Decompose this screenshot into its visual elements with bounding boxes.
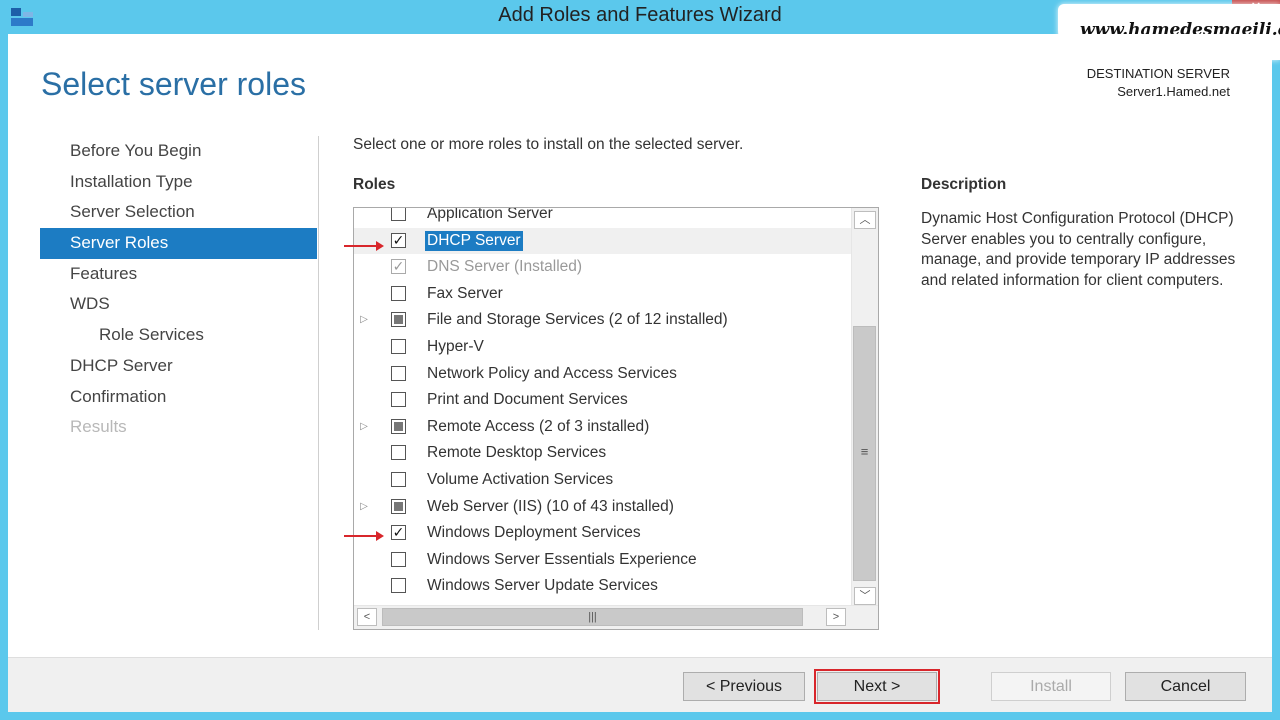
vertical-scrollbar[interactable]: ︿ ≡ ﹀ bbox=[851, 208, 878, 606]
role-row[interactable]: ▷ Remote Access (2 of 3 installed) bbox=[354, 414, 852, 441]
scrollbar-corner bbox=[852, 606, 878, 629]
role-label: Network Policy and Access Services bbox=[427, 364, 677, 382]
expand-arrow-icon[interactable]: ▷ bbox=[358, 414, 370, 440]
role-row[interactable]: Volume Activation Services bbox=[354, 467, 852, 494]
role-checkbox[interactable] bbox=[391, 285, 406, 301]
nav-step-dhcp-server[interactable]: DHCP Server bbox=[40, 351, 317, 382]
role-label: Hyper-V bbox=[427, 337, 484, 355]
roles-heading: Roles bbox=[353, 176, 396, 193]
scroll-left-button[interactable]: < bbox=[357, 608, 377, 626]
role-row[interactable]: Application Server bbox=[354, 207, 852, 228]
role-label: Print and Document Services bbox=[427, 391, 628, 409]
nav-divider bbox=[318, 136, 319, 630]
annotation-arrow-wds bbox=[344, 531, 384, 541]
role-row[interactable]: Fax Server bbox=[354, 281, 852, 308]
horizontal-scrollbar[interactable]: < ||| > bbox=[354, 605, 878, 629]
role-row[interactable]: Windows Server Update Services bbox=[354, 573, 852, 600]
role-checkbox[interactable] bbox=[391, 365, 406, 381]
role-row[interactable]: ▷ File and Storage Services (2 of 12 inst… bbox=[354, 307, 852, 334]
nav-step-role-services[interactable]: Role Services bbox=[40, 320, 317, 351]
role-label: Fax Server bbox=[427, 284, 503, 302]
wizard-client-area: Select server roles DESTINATION SERVER S… bbox=[8, 34, 1272, 713]
nav-step-installation-type[interactable]: Installation Type bbox=[40, 167, 317, 198]
role-label: Volume Activation Services bbox=[427, 470, 614, 488]
role-checkbox[interactable] bbox=[391, 418, 406, 434]
role-checkbox[interactable] bbox=[391, 208, 406, 221]
role-checkbox[interactable] bbox=[391, 445, 406, 461]
nav-step-confirmation[interactable]: Confirmation bbox=[40, 382, 317, 413]
install-button[interactable]: Install bbox=[991, 672, 1111, 701]
role-row[interactable]: Remote Desktop Services bbox=[354, 440, 852, 467]
role-row[interactable]: ✓ DHCP Server bbox=[354, 227, 852, 255]
nav-step-before-you-begin[interactable]: Before You Begin bbox=[40, 136, 317, 167]
role-label: File and Storage Services (2 of 12 insta… bbox=[427, 311, 728, 329]
annotation-arrow-dhcp bbox=[344, 241, 384, 251]
nav-step-features[interactable]: Features bbox=[40, 259, 317, 290]
nav-step-server-roles[interactable]: Server Roles bbox=[40, 228, 317, 259]
role-checkbox[interactable]: ✓ bbox=[391, 525, 406, 541]
description-heading: Description bbox=[921, 176, 1007, 193]
role-label: Windows Server Update Services bbox=[427, 577, 658, 595]
role-label: Application Server bbox=[427, 207, 553, 222]
vertical-scroll-thumb[interactable]: ≡ bbox=[853, 326, 876, 581]
role-checkbox[interactable]: ✓ bbox=[391, 232, 406, 248]
role-checkbox[interactable] bbox=[391, 578, 406, 594]
role-row[interactable]: ✓ Windows Deployment Services bbox=[354, 520, 852, 547]
destination-server-label: DESTINATION SERVER bbox=[1086, 66, 1230, 81]
role-checkbox[interactable] bbox=[391, 392, 406, 408]
cancel-button[interactable]: Cancel bbox=[1125, 672, 1246, 701]
role-checkbox[interactable] bbox=[391, 312, 406, 328]
nav-step-wds[interactable]: WDS bbox=[40, 289, 317, 320]
description-text: Dynamic Host Configuration Protocol (DHC… bbox=[921, 210, 1236, 289]
role-checkbox[interactable] bbox=[391, 551, 406, 567]
role-label: DHCP Server bbox=[425, 230, 523, 251]
role-label: Windows Server Essentials Experience bbox=[427, 550, 697, 568]
scroll-up-button[interactable]: ︿ bbox=[854, 211, 876, 229]
horizontal-scroll-thumb[interactable]: ||| bbox=[382, 608, 803, 626]
role-row[interactable]: Print and Document Services bbox=[354, 387, 852, 414]
role-checkbox[interactable] bbox=[391, 338, 406, 354]
roles-list: Application Server ✓ DHCP Server ✓ DNS Serve… bbox=[354, 207, 852, 600]
destination-server-name: Server1.Hamed.net bbox=[1117, 84, 1230, 99]
role-label: Web Server (IIS) (10 of 43 installed) bbox=[427, 497, 674, 515]
roles-list-box[interactable]: Application Server ✓ DHCP Server ✓ DNS Serve… bbox=[353, 207, 879, 630]
role-label: Remote Access (2 of 3 installed) bbox=[427, 417, 650, 435]
role-label: Remote Desktop Services bbox=[427, 444, 607, 462]
instruction-text: Select one or more roles to install on t… bbox=[353, 136, 744, 153]
nav-step-server-selection[interactable]: Server Selection bbox=[40, 197, 317, 228]
role-row[interactable]: Windows Server Essentials Experience bbox=[354, 547, 852, 574]
role-checkbox[interactable] bbox=[391, 471, 406, 487]
scroll-down-button[interactable]: ﹀ bbox=[854, 587, 876, 605]
nav-step-results: Results bbox=[70, 417, 127, 437]
expand-arrow-icon[interactable]: ▷ bbox=[358, 494, 370, 520]
expand-arrow-icon[interactable]: ▷ bbox=[358, 307, 370, 333]
scroll-right-button[interactable]: > bbox=[826, 608, 846, 626]
role-row[interactable]: Network Policy and Access Services bbox=[354, 361, 852, 388]
previous-button[interactable]: < Previous bbox=[683, 672, 805, 701]
role-row[interactable]: ✓ DNS Server (Installed) bbox=[354, 254, 852, 281]
wizard-steps-nav: Before You Begin Installation Type Server … bbox=[40, 136, 317, 443]
role-checkbox: ✓ bbox=[391, 258, 406, 275]
role-label: Windows Deployment Services bbox=[427, 524, 641, 542]
role-row[interactable]: ▷ Web Server (IIS) (10 of 43 installed) bbox=[354, 494, 852, 521]
window-frame-bottom bbox=[0, 712, 1280, 720]
next-button[interactable]: Next > bbox=[814, 669, 940, 704]
role-checkbox[interactable] bbox=[391, 498, 406, 514]
page-title: Select server roles bbox=[41, 66, 306, 102]
wizard-footer: < Previous Next > Install Cancel bbox=[8, 657, 1272, 713]
role-row[interactable]: Hyper-V bbox=[354, 334, 852, 361]
role-label: DNS Server (Installed) bbox=[427, 258, 583, 276]
